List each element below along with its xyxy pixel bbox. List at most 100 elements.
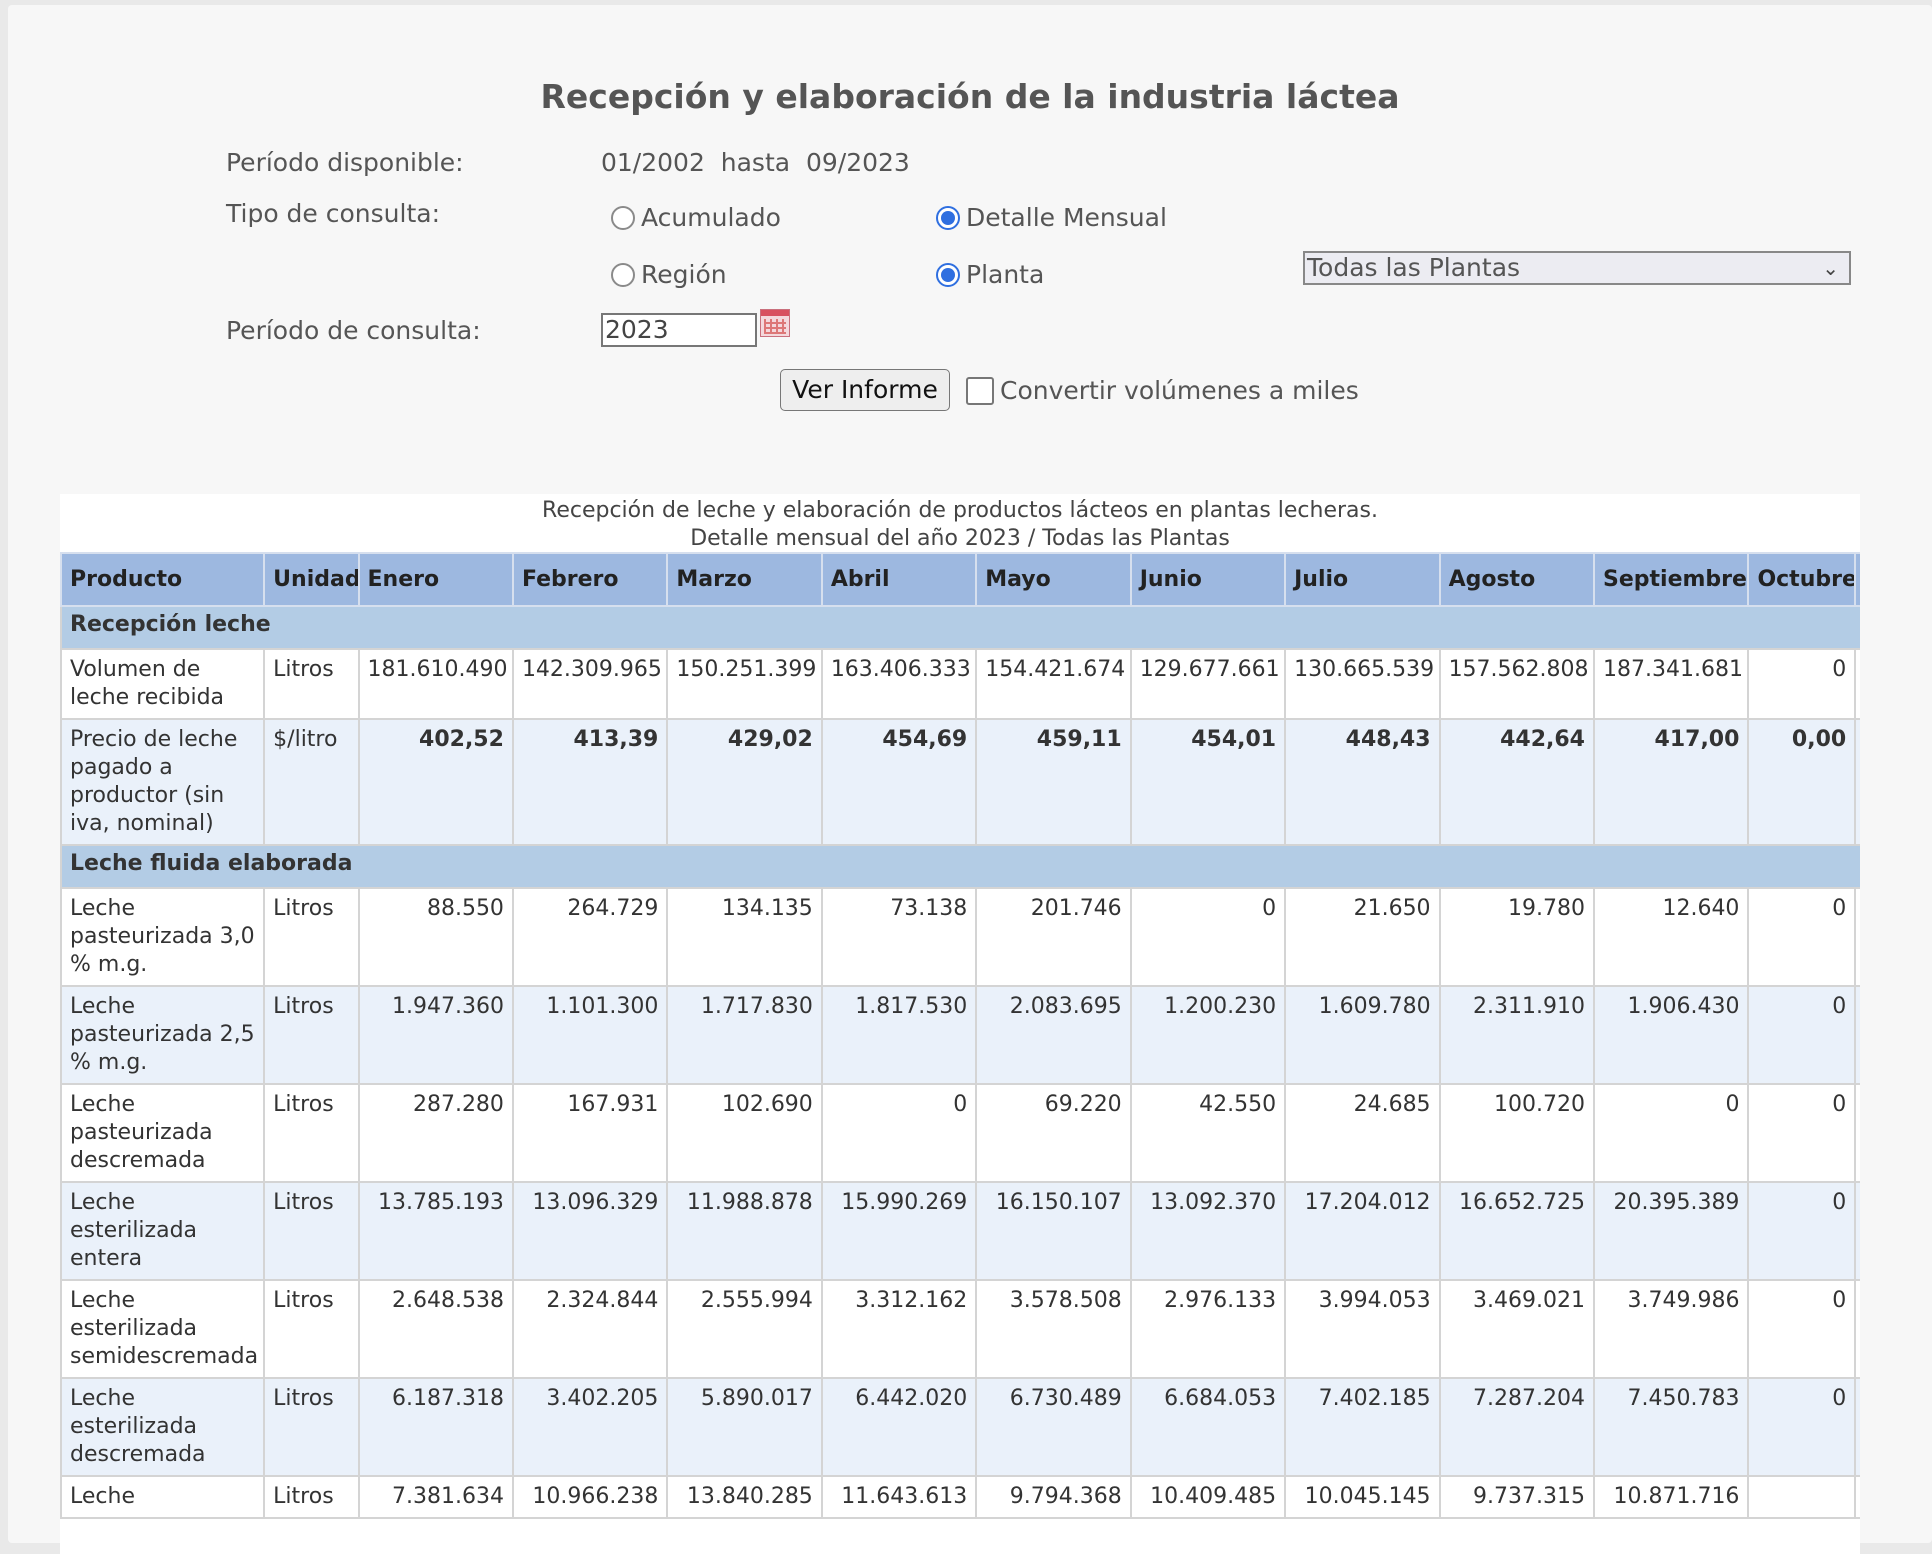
column-header: Unidad	[263, 552, 360, 607]
value-cell: 6.442.020	[820, 1377, 978, 1477]
column-header: Febrero	[511, 552, 669, 607]
radio-circle-icon[interactable]	[611, 205, 635, 230]
table-row: Leche esterilizada entera Litros 13.785.19…	[60, 1181, 1860, 1281]
periodo-hasta-word: hasta	[720, 148, 791, 177]
report-table-container: Recepción de leche y elaboración de prod…	[60, 494, 1860, 1554]
value-cell: 102.690	[666, 1083, 823, 1183]
value-cell: 12.640	[1592, 887, 1750, 987]
unit-cell: Litros	[263, 1181, 360, 1281]
value-cell: 2.648.538	[357, 1279, 514, 1379]
unit-cell: Litros	[263, 648, 360, 720]
value-cell	[1854, 1377, 1860, 1477]
value-cell: 5.890.017	[666, 1377, 823, 1477]
value-cell: 2.324.844	[511, 1279, 669, 1379]
column-header: Abril	[820, 552, 978, 607]
value-cell	[1747, 1475, 1857, 1519]
value-cell: 0	[1747, 887, 1857, 987]
value-cell: 454,69	[820, 718, 978, 846]
column-header: Septiembre	[1592, 552, 1750, 607]
radio-region-label: Región	[641, 260, 727, 289]
convertir-label: Convertir volúmenes a miles	[1000, 376, 1359, 405]
radio-selected-icon[interactable]	[936, 205, 960, 230]
value-cell: 1.906.430	[1592, 985, 1750, 1085]
column-header: Producto	[60, 552, 266, 607]
ver-informe-button[interactable]: Ver Informe	[780, 369, 950, 411]
radio-selected-icon[interactable]	[936, 262, 960, 287]
calendar-icon[interactable]	[760, 309, 790, 337]
value-cell: 2.083.695	[975, 985, 1132, 1085]
value-cell: 1.609.780	[1284, 985, 1441, 1085]
column-header: Enero	[357, 552, 514, 607]
value-cell	[1854, 1279, 1860, 1379]
value-cell: 42.550	[1129, 1083, 1287, 1183]
value-cell: 2.976.133	[1129, 1279, 1287, 1379]
value-cell: 88.550	[357, 887, 514, 987]
unit-cell: Litros	[263, 985, 360, 1085]
value-cell: 0	[1747, 1377, 1857, 1477]
column-header: Octubre	[1747, 552, 1857, 607]
report-caption-line2: Detalle mensual del año 2023 / Todas las…	[690, 526, 1230, 551]
value-cell: 69.220	[975, 1083, 1132, 1183]
value-cell: 0	[1747, 648, 1857, 720]
value-cell: 13.785.193	[357, 1181, 514, 1281]
periodo-consulta-input[interactable]: 2023	[601, 313, 757, 347]
value-cell: 130.665.539	[1284, 648, 1441, 720]
value-cell: 16.652.725	[1438, 1181, 1596, 1281]
value-cell: 6.730.489	[975, 1377, 1132, 1477]
value-cell	[1854, 1181, 1860, 1281]
section-row: Leche fluida elaborada	[60, 844, 1860, 889]
value-cell: 10.966.238	[511, 1475, 669, 1519]
report-caption-line1: Recepción de leche y elaboración de prod…	[542, 498, 1378, 523]
value-cell: 10.871.716	[1592, 1475, 1750, 1519]
page-title: Recepción y elaboración de la industria …	[540, 77, 1400, 116]
product-cell: Leche esterilizada semidescremada	[60, 1279, 266, 1379]
value-cell: 187.341.681	[1592, 648, 1750, 720]
periodo-disponible-label: Período disponible:	[226, 148, 464, 177]
radio-detalle-mensual[interactable]: Detalle Mensual	[936, 203, 1167, 232]
unit-cell: Litros	[263, 1377, 360, 1477]
value-cell: 459,11	[975, 718, 1132, 846]
value-cell: 3.312.162	[820, 1279, 978, 1379]
value-cell	[1854, 1083, 1860, 1183]
value-cell: 10.409.485	[1129, 1475, 1287, 1519]
radio-region[interactable]: Región	[611, 260, 727, 289]
radio-circle-icon[interactable]	[611, 262, 635, 287]
column-header: Junio	[1129, 552, 1287, 607]
radio-detalle-mensual-label: Detalle Mensual	[966, 203, 1167, 232]
unit-cell: Litros	[263, 887, 360, 987]
value-cell: 129.677.661	[1129, 648, 1287, 720]
value-cell: 3.749.986	[1592, 1279, 1750, 1379]
unit-cell: Litros	[263, 1279, 360, 1379]
convertir-checkbox[interactable]	[966, 377, 994, 405]
table-row: Leche Litros 7.381.634 10.966.238 13.840.285…	[60, 1475, 1860, 1519]
section-row: Recepción leche	[60, 605, 1860, 650]
product-cell: Leche esterilizada descremada	[60, 1377, 266, 1477]
value-cell: 17.204.012	[1284, 1181, 1441, 1281]
value-cell: 0	[1747, 1181, 1857, 1281]
tipo-consulta-label: Tipo de consulta:	[226, 199, 441, 228]
planta-select[interactable]: Todas las Plantas ⌄	[1303, 251, 1851, 285]
value-cell: 9.794.368	[975, 1475, 1132, 1519]
value-cell: 3.402.205	[511, 1377, 669, 1477]
value-cell: 11.988.878	[666, 1181, 823, 1281]
value-cell: 6.187.318	[357, 1377, 514, 1477]
table-row: Leche esterilizada semidescremada Litros 2…	[60, 1279, 1860, 1379]
value-cell	[1854, 718, 1860, 846]
value-cell: 167.931	[511, 1083, 669, 1183]
value-cell: 6.684.053	[1129, 1377, 1287, 1477]
unit-cell: Litros	[263, 1083, 360, 1183]
product-cell: Leche esterilizada entera	[60, 1181, 266, 1281]
table-row: Volumen de leche recibida Litros 181.610.4…	[60, 648, 1860, 720]
report-caption: Recepción de leche y elaboración de prod…	[60, 497, 1860, 553]
table-row: Leche esterilizada descremada Litros 6.187…	[60, 1377, 1860, 1477]
value-cell: 1.947.360	[357, 985, 514, 1085]
value-cell: 413,39	[511, 718, 669, 846]
value-cell: 7.287.204	[1438, 1377, 1596, 1477]
value-cell	[1854, 887, 1860, 987]
radio-planta[interactable]: Planta	[936, 260, 1044, 289]
value-cell: 417,00	[1592, 718, 1750, 846]
value-cell: 20.395.389	[1592, 1181, 1750, 1281]
value-cell: 7.381.634	[357, 1475, 514, 1519]
radio-acumulado[interactable]: Acumulado	[611, 203, 781, 232]
column-header: Julio	[1284, 552, 1441, 607]
